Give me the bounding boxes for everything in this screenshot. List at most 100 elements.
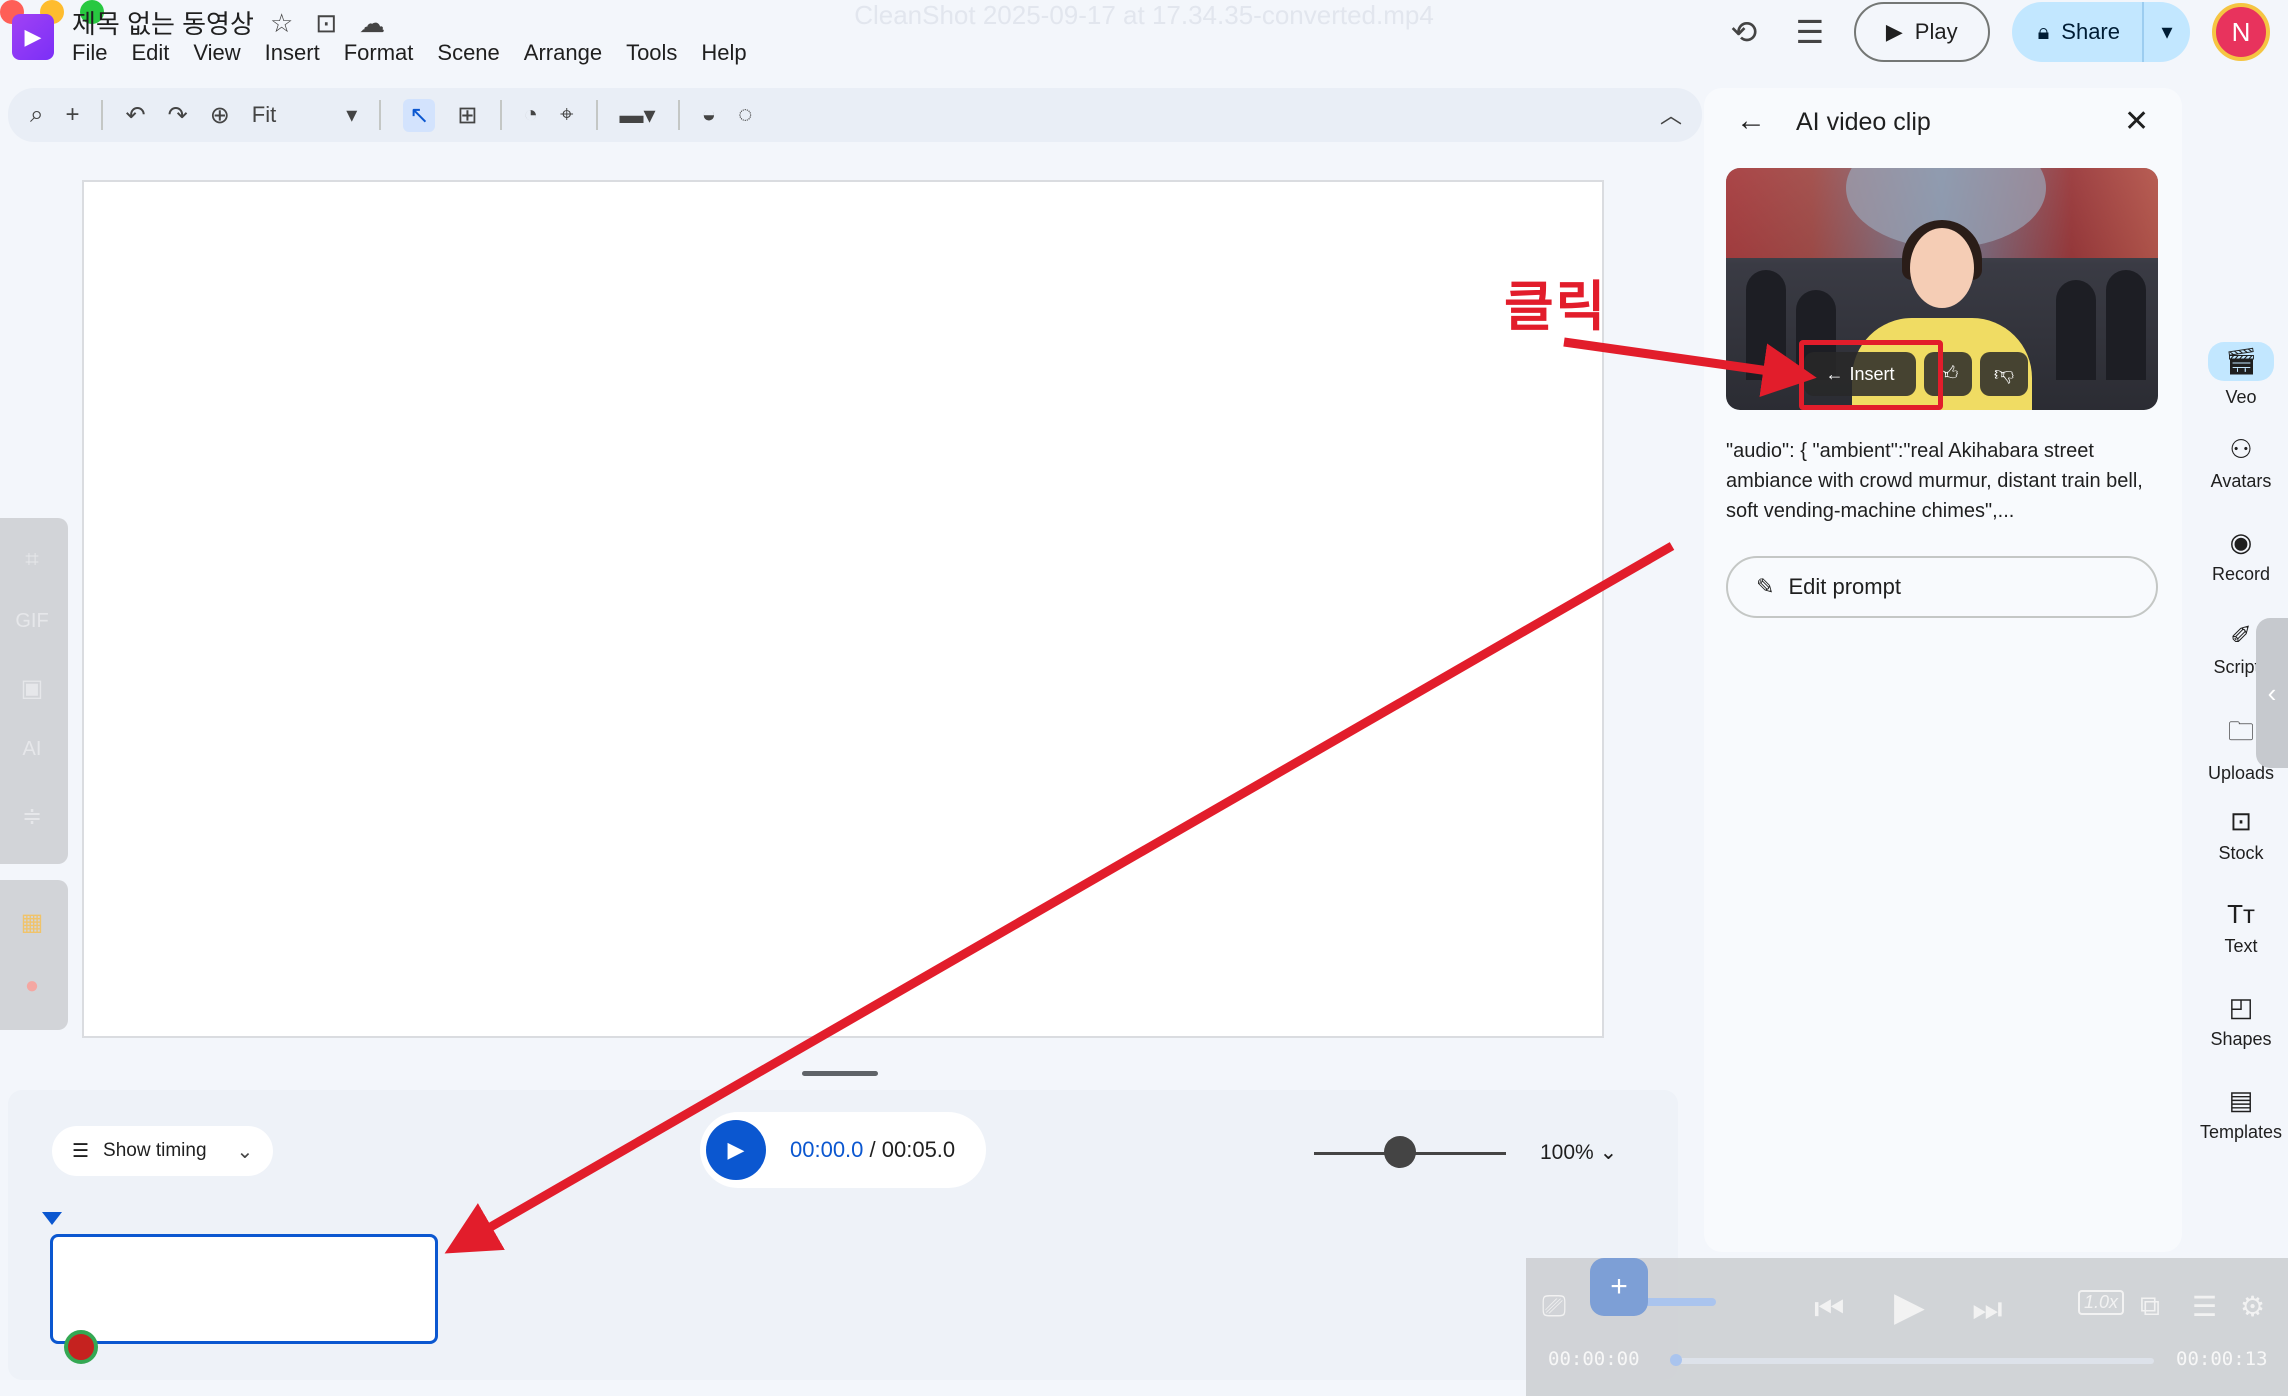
sheets-icon[interactable]: ▦ [14,908,50,937]
menu-help[interactable]: Help [701,40,746,66]
left-tool-rail: ⌗ GIF ▣ AI ≑ [0,518,68,864]
redo-icon[interactable]: ↷ [168,101,188,130]
vids-logo-icon[interactable]: ▶ [12,14,54,60]
playhead-marker[interactable] [42,1212,62,1225]
video-icon[interactable]: ▣ [14,674,50,703]
add-icon[interactable]: + [65,101,79,129]
show-timing-label: Show timing [103,1140,207,1161]
toolbar-divider [499,100,502,130]
move-to-folder-icon[interactable]: ⊡ [315,8,337,39]
menu-scene[interactable]: Scene [437,40,499,66]
menu-arrange[interactable]: Arrange [524,40,602,66]
stock-icon: ⊡ [2230,806,2252,836]
pdf-icon[interactable]: ● [14,972,50,1000]
right-bar-item-shapes[interactable]: ◰ Shapes [2194,992,2288,1050]
close-icon[interactable]: ✕ [2124,104,2149,139]
right-bar-item-avatars[interactable]: ⚇ Avatars [2194,434,2288,492]
ai-icon[interactable]: AI [14,738,50,761]
zoom-value: Fit [251,102,277,127]
thumbnail-crowd [1746,270,1786,380]
header-actions: ⟲ ☰ ▶ Play 🔒︎ Share ▾ N [1722,0,2288,64]
thumbnail-crowd [2056,280,2096,380]
timeline-zoom-handle[interactable] [1384,1136,1416,1168]
adjust-icon[interactable]: ≑ [14,802,50,831]
player-progress-handle[interactable] [1670,1354,1682,1366]
menu-format[interactable]: Format [344,40,414,66]
playback-speed[interactable]: 1.0x [2078,1290,2125,1315]
play-button[interactable]: ▶ Play [1853,2,1990,62]
comments-icon[interactable]: ☰ [1788,13,1832,51]
paint-format-icon[interactable]: ⌖ [560,101,574,129]
avatar[interactable]: N [2212,3,2270,61]
border-style-icon[interactable]: ▬▾ [620,101,656,130]
right-bar-item-text[interactable]: Tт Text [2194,899,2288,957]
timeline-clip[interactable] [50,1234,438,1344]
menu-view[interactable]: View [193,40,240,66]
player-elapsed-time: 00:00:00 [1548,1348,1640,1370]
back-arrow-icon[interactable]: ← [1736,104,1766,138]
palette-icon[interactable]: ◔ [524,101,539,129]
menu-edit[interactable]: Edit [131,40,169,66]
picture-in-picture-icon[interactable]: ⧉ [2140,1290,2160,1323]
star-icon[interactable]: ☆ [270,8,293,39]
annotation-label: 클릭 [1504,277,1608,337]
edit-prompt-label: Edit prompt [1788,574,1901,599]
thumbnail-person-face [1910,228,1974,308]
chapters-icon[interactable]: ☰ [2192,1290,2217,1323]
player-play-icon[interactable]: ▶ [1894,1284,1925,1330]
zoom-icon[interactable]: ⊕ [210,101,230,130]
menu-tools[interactable]: Tools [626,40,677,66]
show-timing-button[interactable]: ☰ Show timing ⌄ [52,1126,274,1176]
right-bar-item-templates[interactable]: ▤ Templates [2194,1085,2288,1143]
panel-resize-handle[interactable] [802,1071,878,1076]
select-icon[interactable]: ↖ [403,98,436,132]
menu-insert[interactable]: Insert [265,40,320,66]
effect-icon[interactable]: ◌ [738,101,752,129]
veo-icon: 🎬︎ [2208,342,2274,381]
chevron-down-icon[interactable]: ⌄ [237,1139,254,1164]
edit-prompt-button[interactable]: ✎ Edit prompt [1726,556,2158,618]
play-label: Play [1914,19,1958,44]
fill-icon[interactable]: ◒ [702,101,717,129]
menu-bar: File Edit View Insert Format Scene Arran… [72,40,747,66]
search-icon[interactable]: ⌕ [30,101,43,129]
pencil-icon: ✎ [1756,574,1775,599]
panel-title: AI video clip [1796,108,1931,136]
shapes-icon: ◰ [2228,992,2254,1022]
thumbs-down-icon[interactable]: 👎︎ [1980,352,2028,396]
text-box-icon[interactable]: ⊞ [457,101,477,130]
timeline-play-button[interactable]: ▶ [706,1120,766,1180]
share-dropdown-button[interactable]: ▾ [2144,19,2190,45]
player-progress-bar[interactable] [1674,1358,2154,1364]
history-icon[interactable]: ⟲ [1722,13,1766,51]
airplay-icon[interactable]: ⎚ [1542,1290,1566,1324]
thumbnail-crowd [2106,270,2146,380]
cloud-icon[interactable]: ☁ [359,8,385,39]
skip-back-icon[interactable]: ⏮︎ [1814,1290,1845,1329]
settings-icon[interactable]: ⚙ [2240,1290,2265,1323]
timeline-zoom-select[interactable]: 100% ⌄ [1540,1140,1617,1165]
skip-forward-icon[interactable]: ⏭︎ [1972,1290,2003,1329]
playback-controls: ▶ 00:00.0 / 00:05.0 [700,1112,986,1188]
right-bar-item-record[interactable]: ◉ Record [2194,527,2288,585]
undo-icon[interactable]: ↶ [125,101,145,130]
menu-file[interactable]: File [72,40,107,66]
collapse-icon[interactable]: ︿ [1660,98,1682,130]
right-bar-item-veo[interactable]: 🎬︎ Veo [2194,342,2288,408]
share-button[interactable]: 🔒︎ Share [2012,2,2144,62]
volume-icon[interactable]: + [1590,1258,1648,1316]
prompt-text: "audio": { "ambient":"real Akihabara str… [1726,440,2143,522]
clip-recording-dot [64,1330,98,1364]
right-bar-label: Record [2211,564,2271,584]
record-icon: ◉ [2229,527,2253,557]
scene-canvas[interactable] [82,180,1604,1038]
panel-collapse-tab[interactable]: ‹ [2256,618,2288,768]
crop-icon[interactable]: ⌗ [14,546,50,574]
right-bar-label: Text [2224,936,2258,956]
toolbar-divider [677,100,680,130]
avatars-icon: ⚇ [2229,434,2253,464]
gif-icon[interactable]: GIF [14,610,50,633]
right-bar-item-stock[interactable]: ⊡ Stock [2194,806,2288,864]
zoom-select[interactable]: Fit ▾ [252,102,358,128]
document-title[interactable]: 제목 없는 동영상 [72,4,254,41]
